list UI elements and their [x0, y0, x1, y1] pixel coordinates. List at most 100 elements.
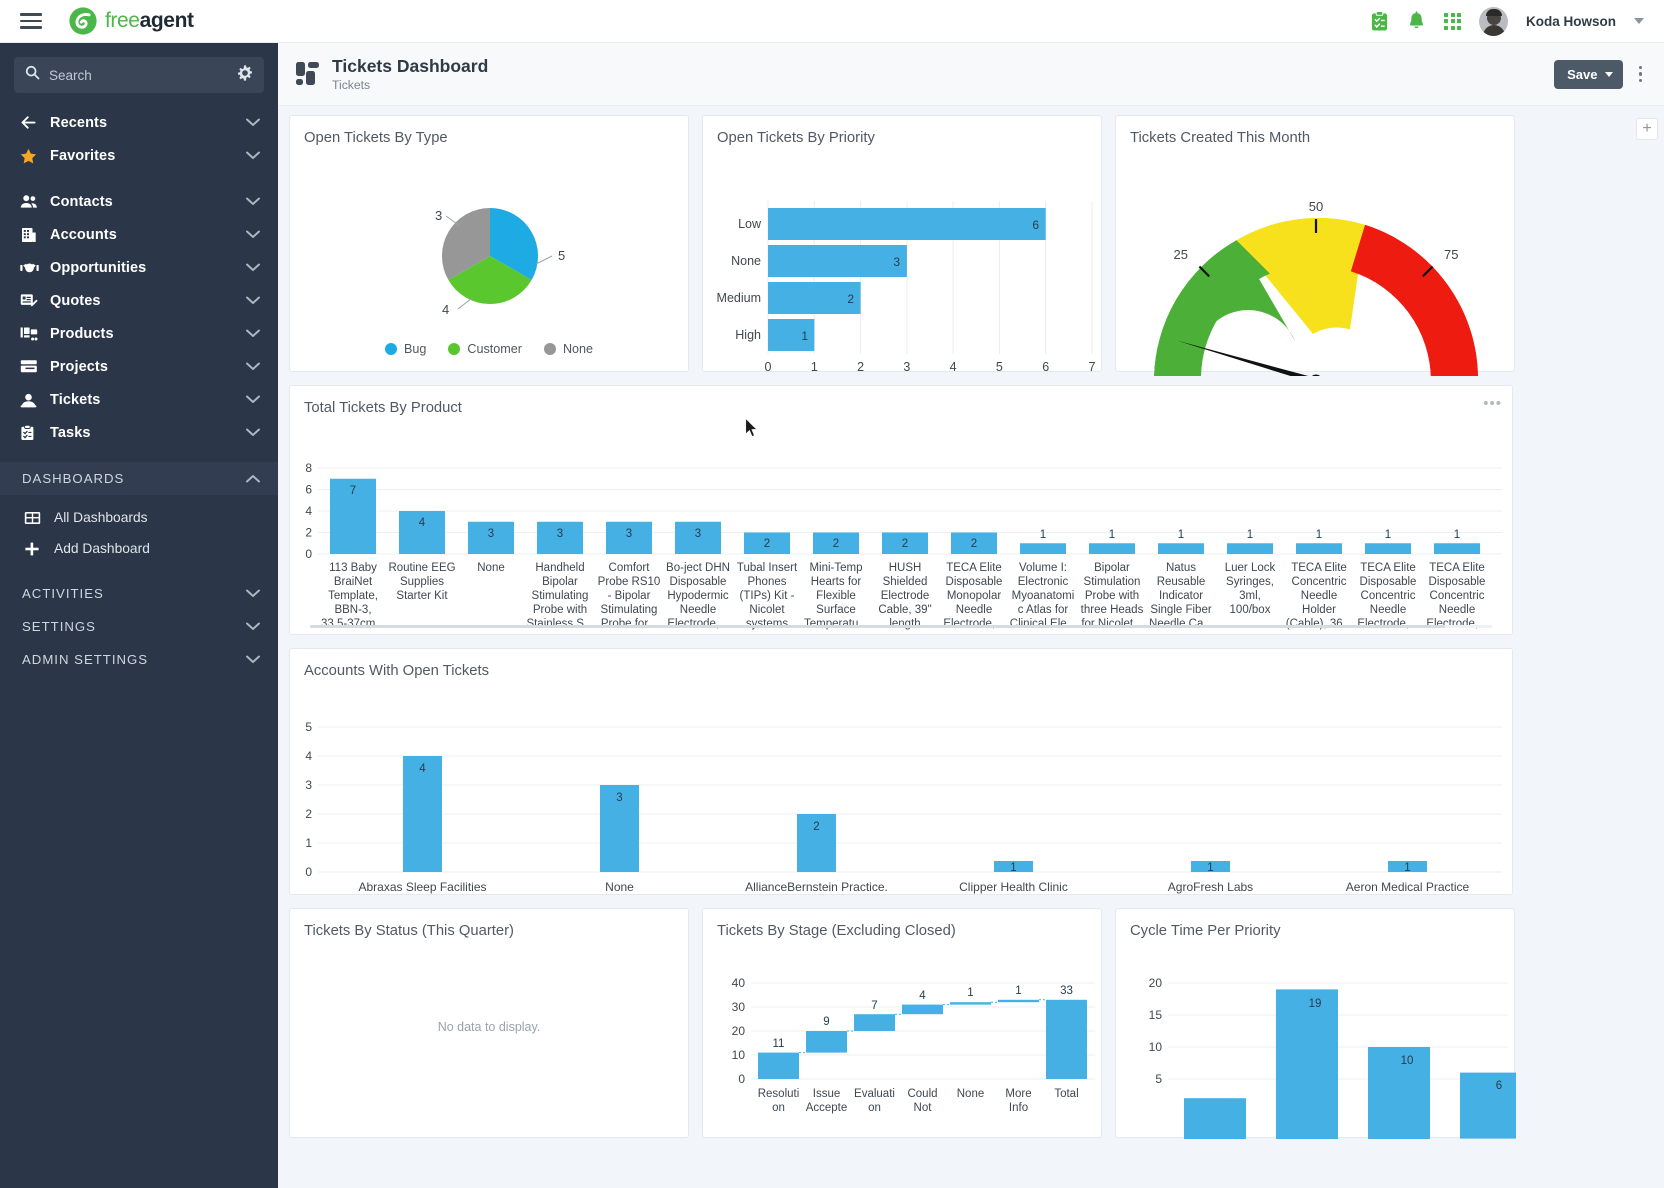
legend-item-customer[interactable]: Customer [448, 342, 522, 356]
chevron-down-icon[interactable] [246, 424, 260, 442]
breadcrumb: Tickets [332, 78, 371, 93]
chevron-down-icon[interactable] [246, 585, 260, 603]
brand-logo-area[interactable]: freeagent [68, 6, 194, 36]
gauge-label-0: 0 [1139, 374, 1146, 376]
chevron-down-icon[interactable] [246, 114, 260, 132]
svg-text:Supplies: Supplies [400, 576, 444, 588]
chevron-down-icon[interactable] [246, 193, 260, 211]
svg-text:1: 1 [1404, 862, 1410, 874]
svg-text:TECA Elite: TECA Elite [946, 562, 1002, 574]
search-input[interactable] [49, 67, 237, 83]
widget-scrollbar-track[interactable] [310, 625, 1492, 628]
svg-text:Electrode,...: Electrode,... [1426, 618, 1487, 630]
svg-text:100/box: 100/box [1230, 604, 1271, 616]
chevron-down-icon[interactable] [246, 292, 260, 310]
pie-legend: Bug Customer None [290, 342, 688, 356]
username-label[interactable]: Koda Howson [1526, 14, 1616, 29]
svg-text:Accepte: Accepte [806, 1102, 848, 1114]
sidebar-item-favorites[interactable]: Favorites [0, 139, 278, 172]
svg-text:3: 3 [616, 792, 622, 804]
svg-text:Syringes,: Syringes, [1226, 576, 1274, 588]
sidebar-item-contacts[interactable]: Contacts [0, 185, 278, 218]
chevron-up-icon[interactable] [246, 470, 260, 488]
clipboard-tasks-icon[interactable] [1370, 10, 1389, 32]
ytick-20: 20 [732, 1024, 746, 1038]
waterfall-x-labels: Resoluti on Issue Accepte Evaluati on Could… [758, 1088, 1079, 1114]
widget-row-1: Open Tickets By Type 5 4 3 Bug Customer … [289, 115, 1653, 389]
svg-text:19: 19 [1309, 998, 1322, 1010]
chevron-down-icon[interactable] [246, 259, 260, 277]
svg-text:3: 3 [626, 528, 632, 540]
sidebar-section-admin-settings[interactable]: ADMIN SETTINGS [0, 643, 278, 676]
bell-icon[interactable] [1407, 10, 1426, 32]
gauge-hub [1309, 374, 1323, 388]
handshake-icon [20, 261, 42, 275]
menu-icon[interactable] [20, 13, 42, 29]
sidebar-item-tasks[interactable]: Tasks [0, 416, 278, 449]
sidebar-item-products[interactable]: Products [0, 317, 278, 350]
save-button[interactable]: Save [1554, 59, 1623, 89]
main-content: Tickets Dashboard Tickets Save + Open Ti… [278, 43, 1664, 1188]
sidebar-item-quotes[interactable]: Quotes [0, 284, 278, 317]
avatar[interactable] [1479, 6, 1508, 36]
sidebar-item-accounts[interactable]: Accounts [0, 218, 278, 251]
svg-text:Clinical Ele...: Clinical Ele... [1010, 618, 1076, 630]
svg-text:1: 1 [1207, 862, 1213, 874]
sidebar-section-dashboards[interactable]: DASHBOARDS [0, 462, 278, 495]
gear-icon[interactable] [237, 64, 253, 86]
sidebar-item-all-dashboards[interactable]: All Dashboards [0, 502, 278, 533]
section-label: DASHBOARDS [22, 471, 125, 486]
chevron-down-icon[interactable] [246, 618, 260, 636]
chevron-down-icon[interactable] [246, 226, 260, 244]
svg-text:Monopolar: Monopolar [947, 590, 1002, 602]
svg-text:Indicator: Indicator [1159, 590, 1203, 602]
more-options-icon[interactable] [1635, 62, 1647, 87]
svg-text:Needle: Needle [1439, 604, 1475, 616]
widget-scrollbar-thumb[interactable] [310, 625, 1445, 628]
add-widget-button[interactable]: + [1636, 118, 1658, 140]
page-header: Tickets Dashboard Tickets Save [278, 43, 1664, 106]
svg-text:Hypodermic: Hypodermic [667, 590, 729, 602]
chevron-down-icon[interactable] [246, 358, 260, 376]
sidebar-item-recents[interactable]: Recents [0, 106, 278, 139]
widget-tickets-created-this-month: Tickets Created This Month 25 50 75 [1115, 115, 1515, 389]
sidebar-item-add-dashboard[interactable]: Add Dashboard [0, 533, 278, 564]
svg-text:1: 1 [1178, 529, 1184, 541]
widget-menu-icon[interactable]: ••• [1483, 396, 1502, 411]
ytick-6: 6 [305, 483, 312, 497]
chevron-down-icon[interactable] [246, 651, 260, 669]
svg-text:Natus: Natus [1166, 562, 1196, 574]
widget-cycle-time-per-priority: Cycle Time Per Priority 20 15 10 5 19 10… [1115, 908, 1522, 1140]
legend-label: Bug [403, 342, 427, 356]
svg-text:2: 2 [764, 538, 770, 550]
svg-text:Total: Total [1054, 1088, 1078, 1100]
chevron-down-icon[interactable] [1634, 18, 1644, 24]
sidebar-item-projects[interactable]: Projects [0, 350, 278, 383]
svg-text:2: 2 [971, 538, 977, 550]
search-box[interactable] [14, 57, 264, 93]
app-grid-icon[interactable] [1444, 12, 1461, 30]
chevron-down-icon [1604, 71, 1613, 77]
svg-text:Not: Not [914, 1102, 933, 1114]
sidebar-section-activities[interactable]: ACTIVITIES [0, 577, 278, 610]
pie-label-none: 3 [435, 208, 442, 223]
chevron-down-icon[interactable] [246, 391, 260, 409]
sidebar-section-settings[interactable]: SETTINGS [0, 610, 278, 643]
svg-text:Probe RS10: Probe RS10 [598, 576, 661, 588]
widget-total-tickets-by-product: Total Tickets By Product ••• 86 42 0 7 4… [289, 385, 1513, 635]
dashboard-icon [296, 62, 321, 86]
legend-item-none[interactable]: None [543, 342, 593, 356]
chevron-down-icon[interactable] [246, 147, 260, 165]
ytick-2: 2 [305, 807, 312, 821]
section-label: SETTINGS [22, 619, 96, 634]
sidebar-item-opportunities[interactable]: Opportunities [0, 251, 278, 284]
svg-text:Handheld: Handheld [535, 562, 584, 574]
gauge-label-100: 100 [1486, 374, 1508, 376]
bar-value-none: 3 [893, 255, 900, 269]
sidebar-item-label: Projects [50, 358, 109, 375]
dashboard-canvas: + Open Tickets By Type 5 4 3 Bug Custome… [278, 106, 1664, 1188]
sidebar-item-tickets[interactable]: Tickets [0, 383, 278, 416]
svg-text:Single Fiber: Single Fiber [1150, 604, 1212, 616]
chevron-down-icon[interactable] [246, 325, 260, 343]
legend-item-bug[interactable]: Bug [384, 342, 427, 356]
